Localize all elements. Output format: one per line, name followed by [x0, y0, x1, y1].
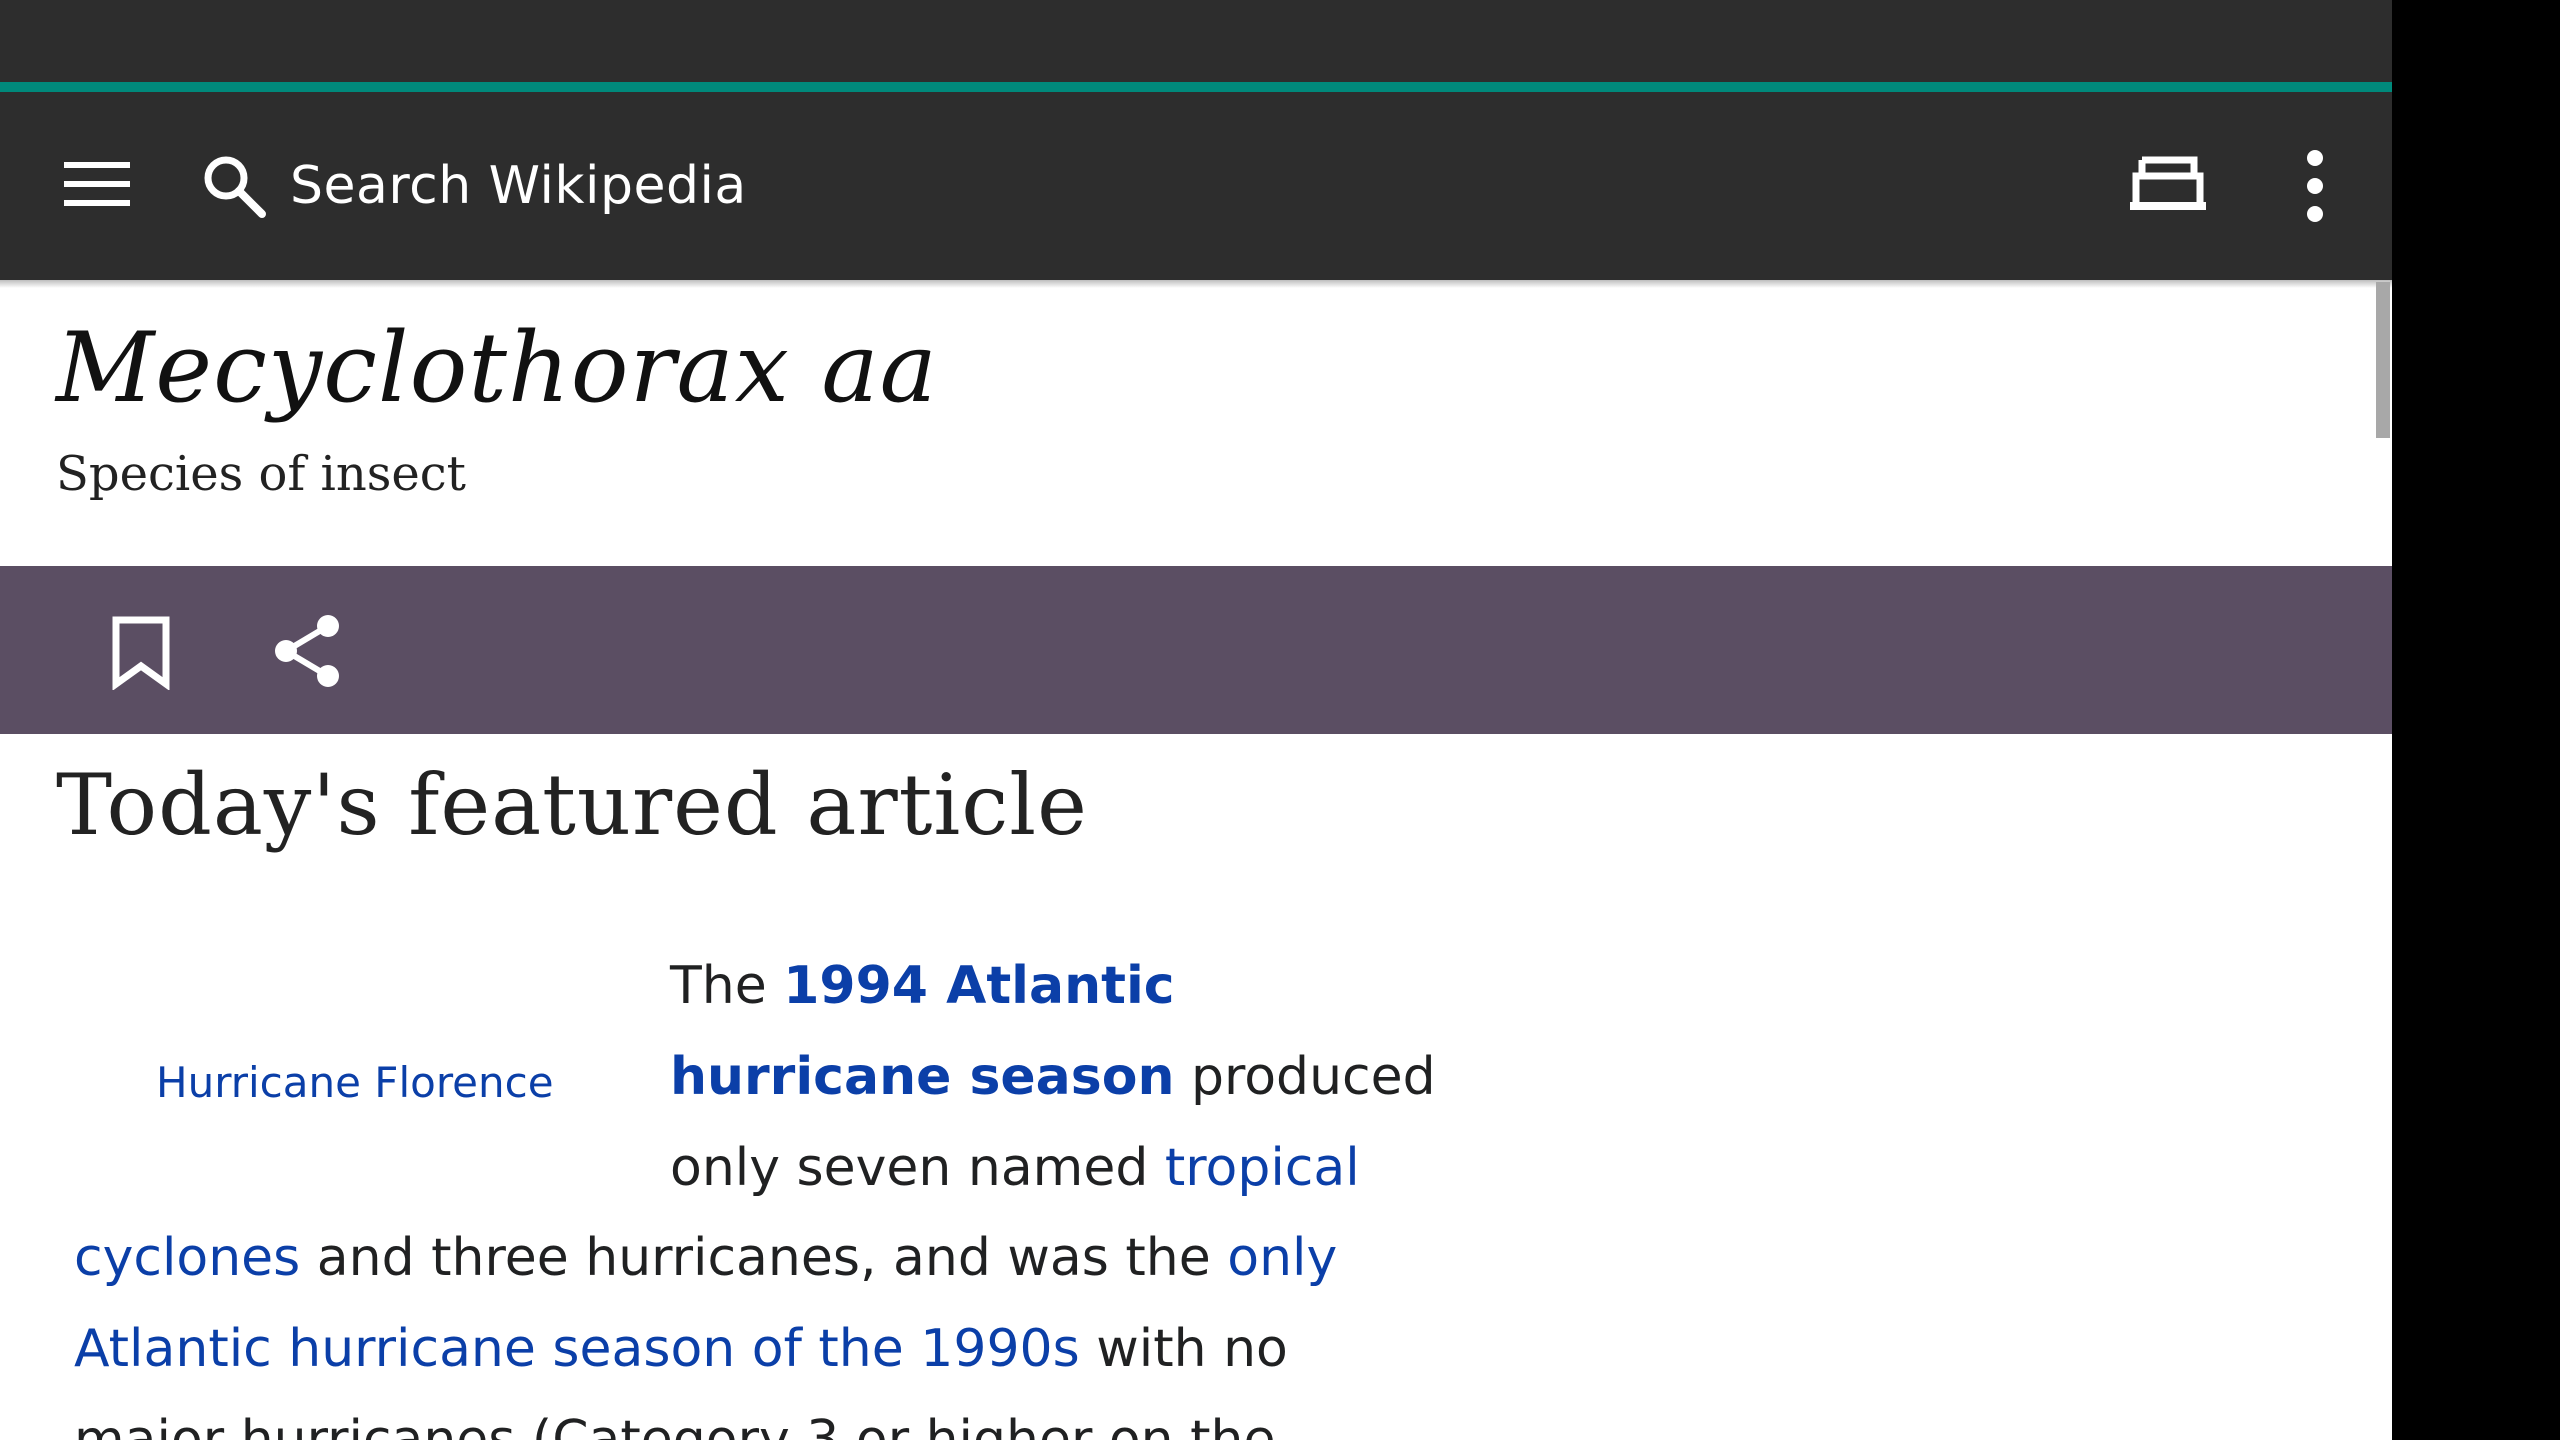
app-screen: Search Wikipedia Mecyclothorax aa Specie…: [0, 0, 2392, 1440]
featured-text-line: hurricane season produced: [670, 1047, 1436, 1107]
accent-line: [0, 82, 2392, 92]
featured-text-line: cyclones and three hurricanes, and was t…: [74, 1228, 1337, 1288]
body-text: only seven named: [670, 1138, 1165, 1198]
bookmark-icon[interactable]: [106, 614, 176, 691]
toolbar-shadow: [0, 280, 2392, 288]
article-link[interactable]: tropical: [1165, 1138, 1360, 1198]
more-vertical-icon[interactable]: [2290, 148, 2340, 224]
featured-text-line: The 1994 Atlantic: [670, 956, 1175, 1016]
tabs-icon[interactable]: [2128, 150, 2208, 220]
scrollbar-thumb[interactable]: [2376, 282, 2390, 438]
share-icon[interactable]: [268, 612, 346, 690]
hamburger-menu-icon[interactable]: [62, 154, 132, 214]
search-bar[interactable]: Search Wikipedia: [200, 144, 1700, 228]
article-title: Mecyclothorax aa: [56, 312, 938, 424]
featured-text-line: major hurricanes (Category 3 or higher o…: [74, 1410, 1276, 1440]
article-description: Species of insect: [56, 446, 466, 502]
top-toolbar: Search Wikipedia: [0, 92, 2392, 280]
featured-image-caption[interactable]: Hurricane Florence: [156, 1058, 554, 1107]
body-text: and three hurricanes, and was the: [300, 1228, 1228, 1288]
article-link[interactable]: only: [1227, 1228, 1337, 1288]
featured-text-line: Atlantic hurricane season of the 1990s w…: [74, 1319, 1288, 1379]
body-text: The: [670, 956, 784, 1016]
article-link[interactable]: Atlantic hurricane season of the 1990s: [74, 1319, 1080, 1379]
article-link[interactable]: hurricane season: [670, 1047, 1174, 1107]
featured-article-heading: Today's featured article: [56, 756, 1088, 854]
body-text: produced: [1174, 1047, 1436, 1107]
search-placeholder: Search Wikipedia: [290, 156, 747, 216]
article-link[interactable]: 1994 Atlantic: [783, 956, 1174, 1016]
featured-text-line: only seven named tropical: [670, 1138, 1360, 1198]
body-text: major hurricanes (Category 3 or higher o…: [74, 1410, 1276, 1440]
article-action-bar: [0, 566, 2392, 734]
article-link[interactable]: cyclones: [74, 1228, 300, 1288]
status-bar: [0, 0, 2392, 82]
search-icon: [200, 152, 268, 220]
body-text: with no: [1079, 1319, 1288, 1379]
